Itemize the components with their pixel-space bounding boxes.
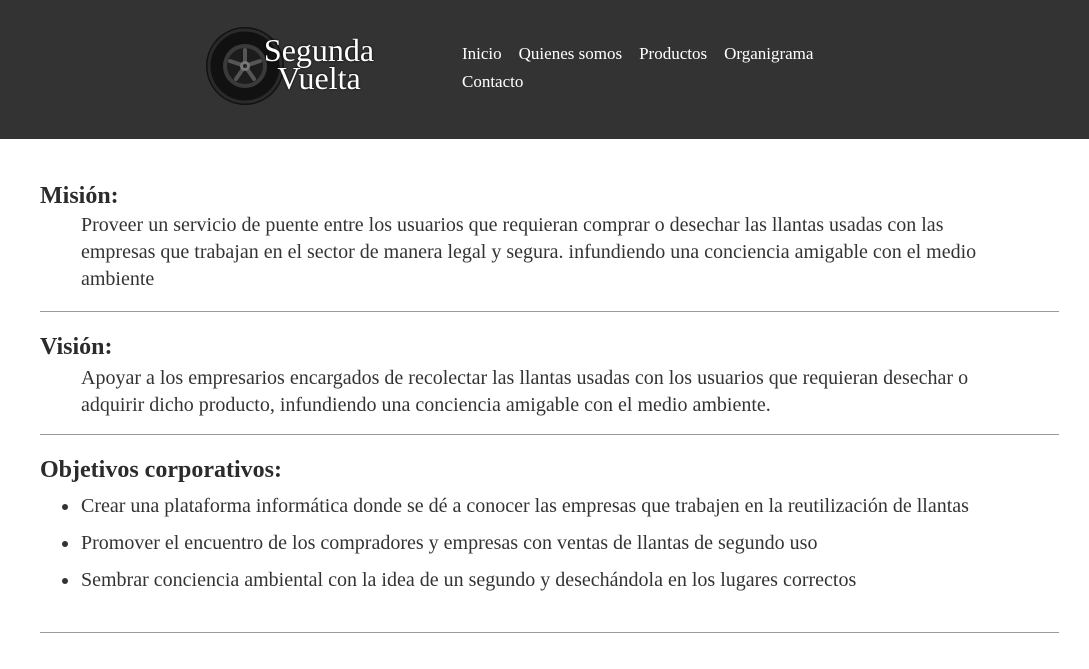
nav-organigrama[interactable]: Organigrama: [724, 40, 813, 68]
nav-contacto[interactable]: Contacto: [462, 68, 523, 96]
site-logo[interactable]: Segunda Vuelta: [205, 26, 385, 110]
objetivos-heading: Objetivos corporativos:: [40, 457, 282, 483]
site-header: Segunda Vuelta Inicio Quienes somos Produc…: [0, 0, 1089, 139]
nav-productos[interactable]: Productos: [639, 40, 707, 68]
logo-text: Segunda Vuelta: [249, 34, 389, 96]
vision-section: Visión: Apoyar a los empresarios encarga…: [40, 312, 1059, 435]
list-item: Sembrar conciencia ambiental con la idea…: [62, 567, 1019, 594]
objetivos-list: Crear una plataforma informática donde s…: [40, 493, 1059, 594]
vision-heading: Visión:: [40, 334, 113, 360]
mision-section: Misión: Proveer un servicio de puente en…: [40, 180, 1059, 312]
mision-heading: Misión:: [40, 183, 119, 209]
list-item: Crear una plataforma informática donde s…: [62, 493, 1019, 520]
list-item: Promover el encuentro de los compradores…: [62, 530, 1019, 557]
main-nav: Inicio Quienes somos Productos Organigrama C…: [462, 40, 882, 96]
main-content: Misión: Proveer un servicio de puente en…: [40, 180, 1059, 633]
logo-line-2: Vuelta: [277, 60, 361, 96]
nav-inicio[interactable]: Inicio: [462, 40, 502, 68]
vision-text: Apoyar a los empresarios encargados de r…: [81, 367, 969, 416]
mision-text: Proveer un servicio de puente entre los …: [81, 214, 977, 290]
nav-quienes-somos[interactable]: Quienes somos: [519, 40, 622, 68]
objetivos-section: Objetivos corporativos: Crear una plataf…: [40, 435, 1059, 633]
